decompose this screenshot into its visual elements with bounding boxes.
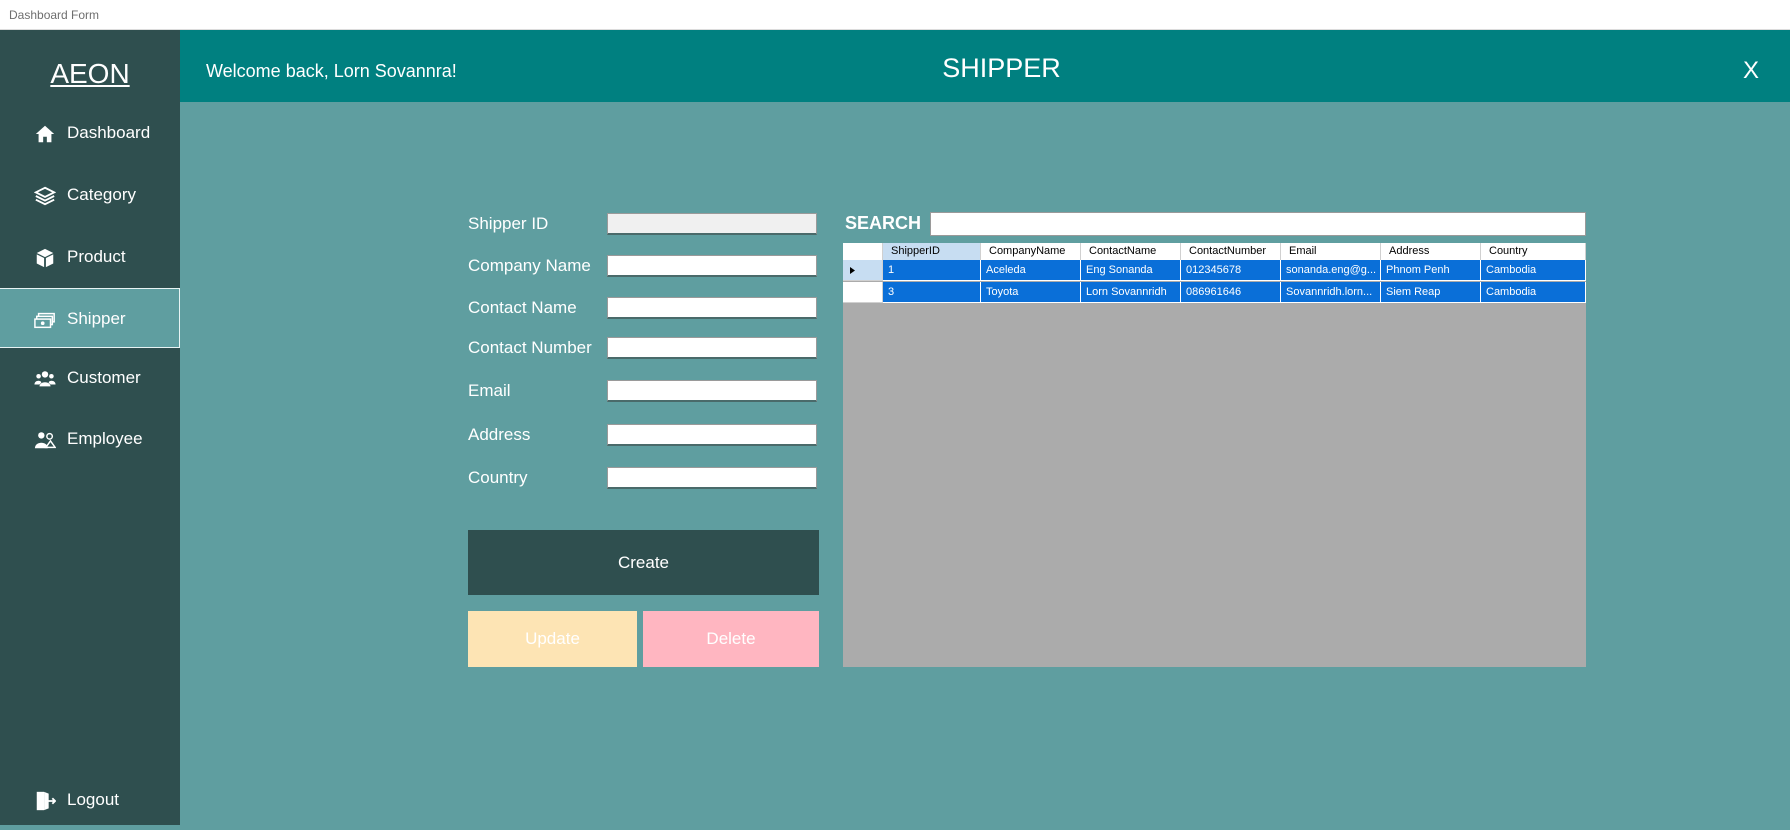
label-country: Country — [468, 468, 528, 487]
shipper-data-grid[interactable]: ShipperID CompanyName ContactName Contac… — [843, 243, 1586, 667]
header-bar: Welcome back, Lorn Sovannra! SHIPPER X — [180, 30, 1790, 102]
sidebar: AEON Dashboard Category Product Shipper … — [0, 30, 180, 825]
table-cell[interactable]: Eng Sonanda — [1081, 260, 1181, 281]
table-cell[interactable]: Lorn Sovannridh — [1081, 282, 1181, 303]
row-header[interactable] — [843, 260, 883, 281]
update-button[interactable]: Update — [468, 611, 637, 667]
label-email: Email — [468, 381, 511, 400]
sidebar-item-label: Product — [67, 247, 126, 266]
table-cell[interactable]: 1 — [883, 260, 981, 281]
sidebar-item-category[interactable]: Category — [0, 165, 180, 225]
sidebar-item-employee[interactable]: Employee — [0, 409, 180, 469]
sidebar-item-customer[interactable]: Customer — [0, 348, 180, 408]
search-label: SEARCH — [845, 213, 922, 233]
sidebar-item-product[interactable]: Product — [0, 227, 180, 287]
table-cell[interactable]: Phnom Penh — [1381, 260, 1481, 281]
table-cell[interactable]: sonanda.eng@g... — [1281, 260, 1381, 281]
column-header-country[interactable]: Country — [1481, 243, 1586, 260]
sidebar-item-label: Dashboard — [67, 123, 151, 142]
column-header-companyname[interactable]: CompanyName — [981, 243, 1081, 260]
employee-icon — [34, 432, 56, 449]
table-cell[interactable]: Sovannridh.lorn... — [1281, 282, 1381, 303]
table-cell[interactable]: 3 — [883, 282, 981, 303]
box-icon — [36, 248, 54, 268]
sidebar-item-label: Shipper — [67, 309, 126, 328]
create-button[interactable]: Create — [468, 530, 819, 595]
layers-icon — [34, 186, 56, 206]
label-company-name: Company Name — [468, 256, 591, 275]
logout-label: Logout — [67, 790, 119, 809]
label-shipper-id: Shipper ID — [468, 214, 549, 233]
table-cell[interactable]: Toyota — [981, 282, 1081, 303]
table-cell[interactable]: 012345678 — [1181, 260, 1281, 281]
current-row-arrow-icon — [850, 267, 855, 274]
label-contact-name: Contact Name — [468, 298, 577, 317]
contact-name-field[interactable] — [607, 297, 817, 319]
company-name-field[interactable] — [607, 255, 817, 277]
column-header-address[interactable]: Address — [1381, 243, 1481, 260]
money-stack-icon — [34, 312, 55, 329]
logout-button[interactable]: Logout — [0, 770, 180, 830]
sidebar-item-label: Customer — [67, 368, 141, 387]
column-header-contactnumber[interactable]: ContactNumber — [1181, 243, 1281, 260]
address-field[interactable] — [607, 424, 817, 446]
label-contact-number: Contact Number — [468, 338, 592, 357]
shipper-id-field[interactable] — [607, 213, 817, 235]
logout-icon — [36, 791, 56, 811]
row-header[interactable] — [843, 282, 883, 303]
country-field[interactable] — [607, 467, 817, 489]
table-cell[interactable]: Aceleda — [981, 260, 1081, 281]
column-header-contactname[interactable]: ContactName — [1081, 243, 1181, 260]
label-address: Address — [468, 425, 531, 444]
window-title: Dashboard Form — [9, 8, 100, 22]
contact-number-field[interactable] — [607, 337, 817, 359]
delete-button[interactable]: Delete — [643, 611, 819, 667]
table-cell[interactable]: 086961646 — [1181, 282, 1281, 303]
sidebar-item-dashboard[interactable]: Dashboard — [0, 103, 180, 163]
page-title: SHIPPER — [942, 53, 1061, 83]
table-cell[interactable]: Cambodia — [1481, 260, 1586, 281]
column-header-email[interactable]: Email — [1281, 243, 1381, 260]
window-titlebar: Dashboard Form — [0, 0, 1790, 30]
table-cell[interactable]: Siem Reap — [1381, 282, 1481, 303]
search-input[interactable] — [930, 212, 1586, 236]
table-cell[interactable]: Cambodia — [1481, 282, 1586, 303]
users-icon — [34, 371, 56, 387]
grid-corner-header — [843, 243, 883, 260]
column-header-shipperid[interactable]: ShipperID — [883, 243, 981, 260]
home-icon — [35, 125, 55, 143]
brand-logo: AEON — [50, 58, 130, 89]
sidebar-item-label: Category — [67, 185, 136, 204]
email-field[interactable] — [607, 380, 817, 402]
sidebar-item-shipper[interactable]: Shipper — [0, 288, 180, 348]
close-button[interactable]: X — [1743, 57, 1759, 85]
sidebar-item-label: Employee — [67, 429, 143, 448]
